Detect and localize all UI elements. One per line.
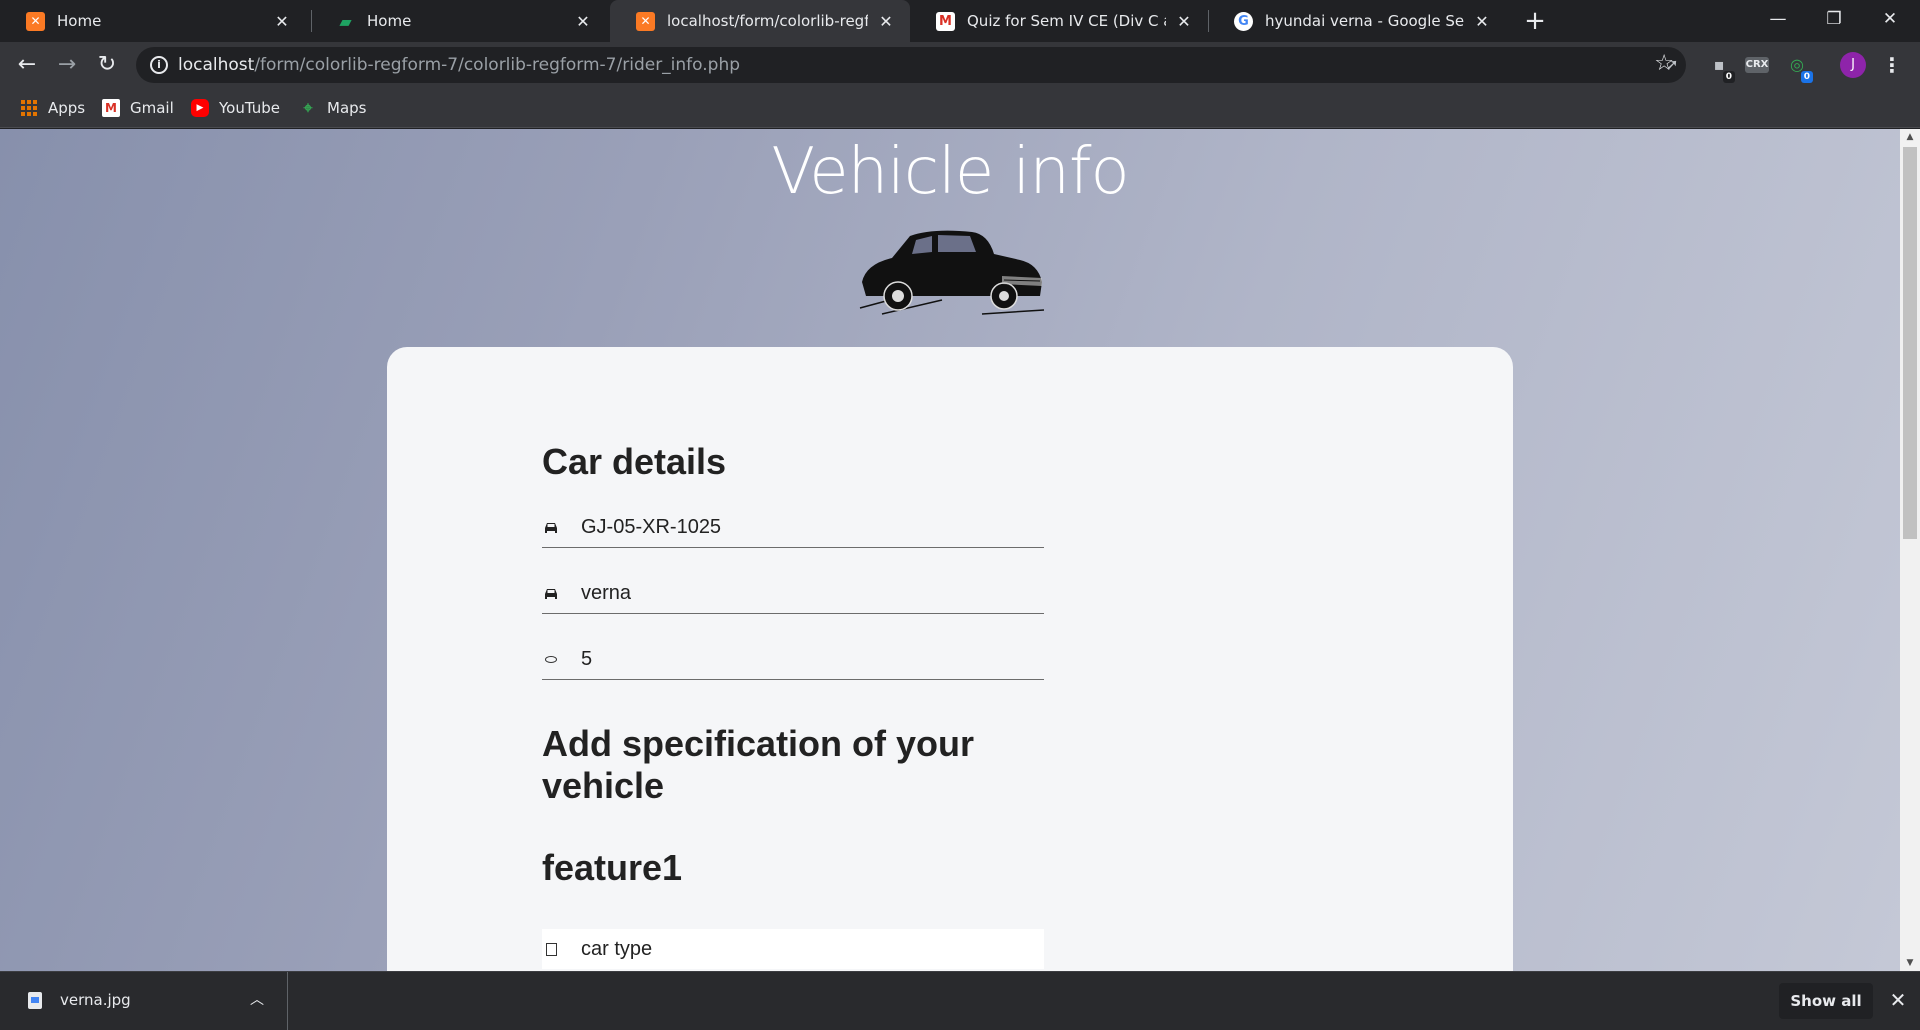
cursor-extension-icon[interactable]: ➚ — [1660, 53, 1684, 77]
spec-heading-line: vehicle — [542, 765, 665, 806]
scroll-up-icon[interactable]: ▲ — [1900, 129, 1920, 145]
car-model-field[interactable]: verna — [542, 574, 1044, 614]
browser-menu-icon[interactable]: ⋮ — [1882, 50, 1902, 80]
profile-avatar[interactable]: J — [1840, 52, 1866, 78]
forward-button[interactable]: → — [50, 48, 84, 82]
scrollbar-thumb[interactable] — [1903, 147, 1917, 539]
bookmark-label: Gmail — [130, 99, 174, 117]
car-type-field[interactable]: car type — [542, 929, 1044, 969]
maps-icon: ⌖ — [303, 98, 313, 117]
extension-badge: 0 — [1800, 71, 1813, 83]
car-icon — [543, 586, 559, 602]
bookmark-apps[interactable]: Apps — [20, 97, 85, 119]
page-scrollbar[interactable]: ▲ ▼ — [1900, 129, 1920, 971]
vintage-car-illustration — [859, 230, 1044, 315]
youtube-icon: ▶ — [191, 99, 209, 117]
gmail-icon: M — [102, 99, 120, 117]
tab-localhost-active[interactable]: ✕ localhost/form/colorlib-regform- ✕ — [610, 0, 910, 42]
new-tab-button[interactable]: + — [1520, 6, 1550, 36]
tab-quiz[interactable]: M Quiz for Sem IV CE (Div C and D) ✕ — [910, 0, 1208, 42]
bookmark-youtube[interactable]: ▶ YouTube — [191, 97, 280, 119]
bookmark-gmail[interactable]: M Gmail — [102, 97, 174, 119]
tab-home-2[interactable]: ▰ Home ✕ — [310, 0, 607, 42]
bookmark-label: Apps — [48, 99, 86, 117]
download-shelf: verna.jpg ︿ Show all ✕ — [0, 971, 1920, 1030]
tab-google-search[interactable]: G hyundai verna - Google Search ✕ — [1208, 0, 1506, 42]
crx-extension-icon[interactable]: CRX — [1745, 57, 1769, 73]
show-all-button[interactable]: Show all — [1779, 983, 1873, 1019]
bookmark-label: Maps — [327, 99, 367, 117]
bookmark-label: YouTube — [219, 99, 280, 117]
close-icon[interactable]: ✕ — [1472, 12, 1492, 31]
vehicle-form-card: Car details GJ-05-XR-1025 verna 5 Add sp… — [387, 347, 1513, 971]
checkbox-icon — [543, 941, 559, 957]
tab-title: localhost/form/colorlib-regform- — [667, 12, 868, 30]
window-close-button[interactable]: ✕ — [1862, 0, 1918, 38]
extension-badge: 0 — [1722, 71, 1735, 83]
page-title: Vehicle info — [771, 135, 1129, 209]
screen-capture-extension-icon[interactable]: ◎ 0 — [1785, 53, 1813, 83]
page-viewport: Vehicle info Car details GJ-05-XR-1025 v… — [0, 129, 1900, 971]
spec-heading-line: Add specification of your — [542, 723, 975, 764]
seats-field[interactable]: 5 — [542, 640, 1044, 680]
tab-title: Home — [367, 12, 412, 30]
browser-toolbar: ← → ↻ i localhost/form/colorlib-regform-… — [0, 42, 1920, 88]
scroll-down-icon[interactable]: ▼ — [1900, 955, 1920, 971]
tab-title: Quiz for Sem IV CE (Div C and D) — [967, 12, 1166, 30]
google-icon: G — [1234, 11, 1253, 31]
chat-icon: ▰ — [339, 11, 352, 31]
close-icon[interactable]: ✕ — [573, 12, 593, 31]
tab-strip: ✕ Home ✕ ▰ Home ✕ ✕ localhost/form/color… — [0, 0, 1920, 42]
chevron-up-icon[interactable]: ︿ — [250, 989, 264, 1009]
car-icon — [543, 520, 559, 536]
close-icon[interactable]: ✕ — [272, 12, 292, 31]
tab-title: Home — [57, 12, 102, 30]
close-icon[interactable]: ✕ — [1886, 985, 1910, 1015]
reload-button[interactable]: ↻ — [90, 48, 124, 82]
car-number-value[interactable]: GJ-05-XR-1025 — [581, 516, 721, 539]
restore-button[interactable]: ❐ — [1806, 0, 1862, 38]
feature-heading: feature1 — [542, 847, 683, 888]
address-url[interactable]: localhost/form/colorlib-regform-7/colorl… — [178, 55, 740, 75]
apps-grid-icon — [20, 99, 38, 117]
spec-heading: Add specification of your vehicle — [542, 723, 974, 807]
bookmarks-bar: Apps M Gmail ▶ YouTube ⌖ Maps — [0, 88, 1920, 128]
tab-home-1[interactable]: ✕ Home ✕ — [0, 0, 306, 42]
tab-title: hyundai verna - Google Search — [1265, 12, 1464, 30]
close-icon[interactable]: ✕ — [876, 12, 896, 31]
car-number-field[interactable]: GJ-05-XR-1025 — [542, 508, 1044, 548]
seat-icon — [543, 652, 559, 668]
address-bar[interactable]: i localhost/form/colorlib-regform-7/colo… — [136, 47, 1686, 83]
site-info-icon[interactable]: i — [150, 56, 168, 74]
download-item[interactable]: verna.jpg ︿ — [0, 972, 288, 1030]
back-button[interactable]: ← — [10, 48, 44, 82]
xampp-icon: ✕ — [636, 11, 655, 31]
download-file-name: verna.jpg — [60, 991, 131, 1009]
car-model-value[interactable]: verna — [581, 582, 631, 605]
seats-value[interactable]: 5 — [581, 648, 592, 671]
xampp-icon: ✕ — [26, 11, 45, 31]
minimize-button[interactable]: — — [1750, 0, 1806, 38]
car-details-heading: Car details — [542, 441, 727, 482]
url-path: /form/colorlib-regform-7/colorlib-regfor… — [254, 55, 741, 75]
gmail-icon: M — [936, 11, 955, 31]
bookmark-maps[interactable]: ⌖ Maps — [299, 97, 366, 119]
car-type-value[interactable]: car type — [581, 938, 652, 961]
close-icon[interactable]: ✕ — [1174, 12, 1194, 31]
url-host: localhost — [178, 55, 255, 75]
image-file-icon — [28, 992, 42, 1009]
extension-icon[interactable]: ▪ 0 — [1707, 53, 1735, 83]
